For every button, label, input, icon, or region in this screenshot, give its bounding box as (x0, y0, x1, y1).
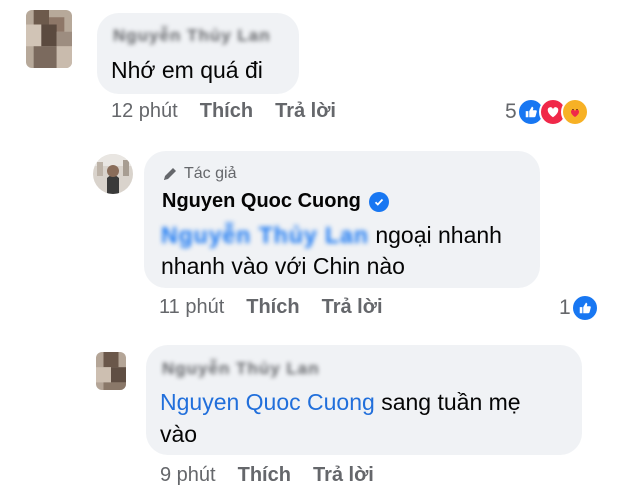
comment-timestamp[interactable]: 12 phút (111, 100, 178, 122)
mention-link[interactable]: Nguyễn Thủy Lan (161, 222, 369, 248)
comment-timestamp[interactable]: 9 phút (160, 464, 216, 486)
comment-meta: 11 phút Thích Trả lời (159, 296, 405, 319)
author-badge: Tác giả (162, 165, 236, 183)
comment-text-line2: nhanh vào với Chin nào (161, 253, 405, 279)
avatar-image (93, 154, 133, 194)
like-button[interactable]: Thích (200, 100, 253, 122)
like-icon (570, 294, 599, 322)
comment-text-part: sang tuần mẹ (381, 389, 521, 415)
reaction-summary[interactable]: 1 (559, 294, 599, 322)
commenter-avatar[interactable] (96, 352, 126, 390)
avatar-image (96, 352, 126, 390)
care-icon (560, 98, 589, 126)
comment-author[interactable]: Nguyễn Thủy Lan (162, 359, 320, 379)
author-avatar[interactable] (93, 154, 133, 194)
author-name-text: Nguyen Quoc Cuong (162, 190, 361, 212)
reaction-count: 5 (505, 100, 517, 123)
verified-badge-icon (368, 191, 389, 212)
comment-meta: 12 phút Thích Trả lời (111, 100, 358, 123)
comment-meta: 9 phút Thích Trả lời (160, 464, 396, 487)
comment-bubble: Nguyễn Thủy Lan Nguyen Quoc Cuong sang t… (146, 345, 582, 455)
author-badge-label: Tác giả (184, 165, 237, 182)
comment-timestamp[interactable]: 11 phút (159, 296, 224, 318)
reply-button[interactable]: Trả lời (313, 464, 374, 486)
comment-bubble: Tác giả Nguyen Quoc Cuong Nguyễn Thủy La… (144, 151, 540, 288)
like-button[interactable]: Thích (246, 296, 299, 318)
avatar-image (26, 10, 72, 68)
comment-author[interactable]: Nguyễn Thủy Lan (113, 26, 271, 46)
comment-text: Nhớ em quá đi (111, 57, 263, 83)
comment-text-line2: vào (160, 421, 198, 447)
like-button[interactable]: Thích (238, 464, 291, 486)
comment-text-part: ngoại nhanh (375, 222, 502, 248)
reply-button[interactable]: Trả lời (322, 296, 383, 318)
comment-bubble: Nguyễn Thủy Lan Nhớ em quá đi (97, 13, 299, 94)
reaction-count: 1 (559, 296, 571, 319)
comment-text: Nguyen Quoc Cuong sang tuần mẹ (160, 385, 521, 419)
commenter-avatar[interactable] (26, 10, 72, 68)
comment-author[interactable]: Nguyen Quoc Cuong (162, 190, 389, 213)
reply-button[interactable]: Trả lời (275, 100, 336, 122)
reaction-summary[interactable]: 5 (505, 98, 589, 126)
mention-link[interactable]: Nguyen Quoc Cuong (160, 389, 375, 415)
comment-text: Nguyễn Thủy Lan ngoại nhanh (161, 218, 502, 252)
pen-icon (164, 168, 176, 180)
